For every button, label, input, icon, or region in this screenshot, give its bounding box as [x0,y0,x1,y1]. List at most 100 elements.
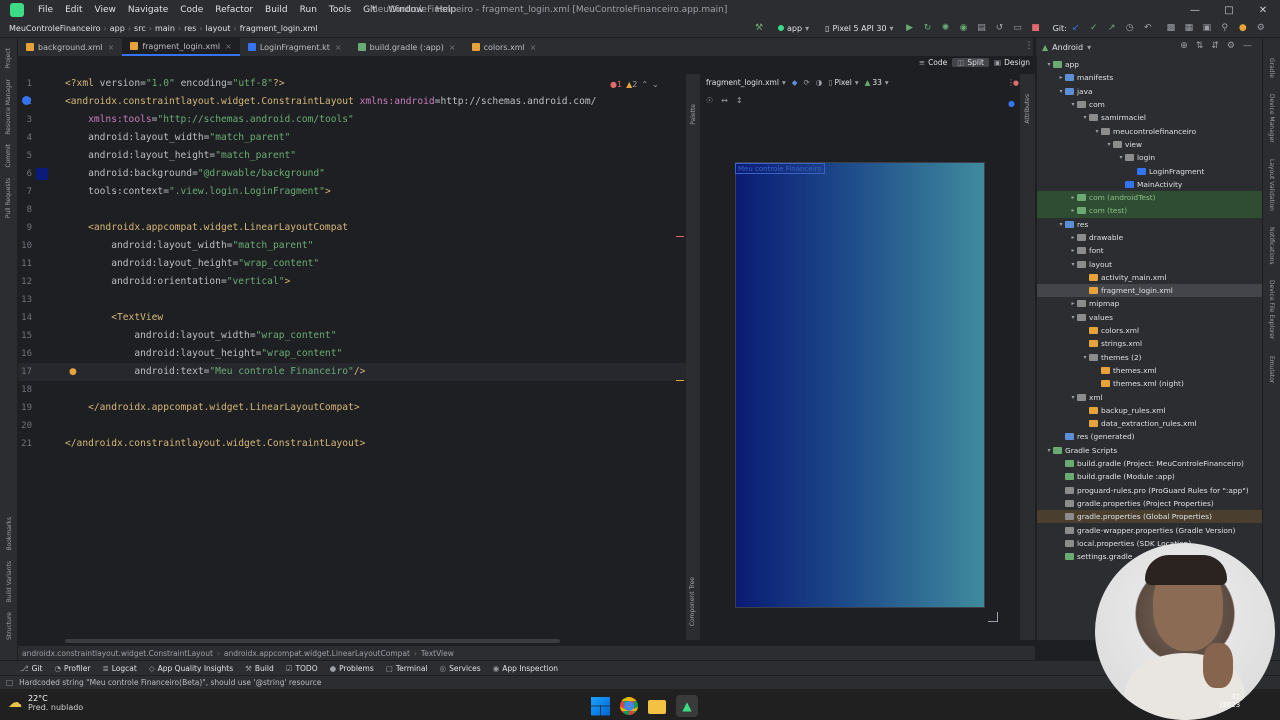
editor-tab[interactable]: fragment_login.xml × [122,38,240,56]
tree-item[interactable]: gradle.properties (Global Properties) [1037,510,1262,524]
tree-item[interactable]: ▸ com (androidTest) [1037,190,1262,205]
code-line[interactable]: 5 android:layout_height="match_parent" [18,147,686,165]
breadcrumb-item[interactable]: MeuControleFinanceiro [6,24,104,33]
tree-item[interactable]: colors.xml [1037,324,1262,337]
chevron-right-icon[interactable]: ▸ [1057,74,1065,81]
tree-item[interactable]: fragment_login.xml [1037,284,1262,298]
eye-icon[interactable]: ☉ [706,96,713,105]
layers-icon[interactable]: ◆ [792,78,798,87]
breadcrumb-item[interactable]: res [181,24,199,33]
xml-breadcrumb-item[interactable]: androidx.appcompat.widget.LinearLayoutCo… [224,649,410,658]
android-studio-taskbar-icon[interactable]: ▲ [676,695,698,717]
avd-icon[interactable]: ▩ [1165,22,1177,34]
tree-item[interactable]: ▸ font [1037,244,1262,257]
info-icon[interactable]: ● [1008,99,1015,108]
tree-item[interactable]: ▾ samirmaciel [1037,111,1262,124]
windows-start-icon[interactable] [591,696,610,716]
search-icon[interactable]: ⚲ [1219,22,1231,34]
sdk-icon[interactable]: ▦ [1183,22,1195,34]
xml-breadcrumb-item[interactable]: androidx.constraintlayout.widget.Constra… [22,649,213,658]
menu-run[interactable]: Run [294,5,323,15]
code-line[interactable]: 20 [18,417,686,435]
git-push-icon[interactable]: ↗ [1106,22,1118,34]
chevron-down-icon[interactable]: ▾ [1045,61,1053,68]
tree-item[interactable]: gradle.properties (Project Properties) [1037,497,1262,510]
tool-terminal-button[interactable]: ▢ Terminal [386,664,428,673]
tree-item[interactable]: activity_main.xml [1037,271,1262,284]
weather-widget[interactable]: ☁ 22°C Pred. nublado [8,694,83,712]
close-tab-icon[interactable]: × [530,43,537,52]
code-editor[interactable]: 1 <?xml version="1.0" encoding="utf-8"?> 2… [18,74,686,638]
horizontal-resize-icon[interactable]: ↔ [721,96,728,105]
tree-item[interactable]: themes.xml [1037,364,1262,377]
tree-item[interactable]: res (generated) [1037,430,1262,443]
mode-code-button[interactable]: ≡ Code [914,58,953,67]
expand-all-icon[interactable]: ⇅ [1196,41,1204,51]
breadcrumb-item[interactable]: fragment_login.xml [237,24,321,33]
update-icon[interactable]: ● [1237,22,1249,34]
background-preview-swatch[interactable] [36,168,48,180]
layout-inspector-icon[interactable]: ▣ [1201,22,1213,34]
design-file-select[interactable]: fragment_login.xml [706,78,779,87]
debug-icon[interactable]: ✺ [940,22,952,34]
minimize-icon[interactable]: — [1178,0,1212,20]
error-indicator-icon[interactable]: ● [1013,79,1019,87]
chevron-down-icon[interactable]: ▾ [1093,128,1101,135]
left-tool-tab[interactable]: Build Variants [6,561,13,602]
tree-item[interactable]: build.gradle (Module :app) [1037,470,1262,483]
device-select[interactable]: ▯ Pixel 5 API 30 ▾ [821,24,897,33]
vertical-resize-icon[interactable]: ↕ [736,96,743,105]
collapse-all-icon[interactable]: ⇵ [1211,41,1219,51]
component-tree-tab[interactable]: Component Tree [689,577,696,626]
chevron-down-icon[interactable]: ▾ [1081,354,1089,361]
run-icon[interactable]: ▶ [904,22,916,34]
code-line[interactable]: 3 xmlns:tools="http://schemas.android.co… [18,111,686,129]
right-tool-tab[interactable]: Notifications [1268,227,1275,265]
tree-item[interactable]: ▾ Gradle Scripts [1037,444,1262,457]
chevron-down-icon[interactable]: ▾ [1057,88,1065,95]
mode-design-button[interactable]: ▣ Design [989,58,1035,67]
status-toggle-icon[interactable]: □ [6,678,13,687]
menu-tools[interactable]: Tools [323,5,357,15]
tree-item[interactable]: ▾ view [1037,138,1262,151]
apply-changes-icon[interactable]: ↻ [922,22,934,34]
xml-breadcrumb-item[interactable]: TextView [421,649,454,658]
code-line[interactable]: 14 <TextView [18,309,686,327]
tree-item[interactable]: ▸ mipmap [1037,297,1262,310]
code-line[interactable]: 13 [18,291,686,309]
history-icon[interactable]: ◷ [1124,22,1136,34]
tree-item[interactable]: proguard-rules.pro (ProGuard Rules for "… [1037,484,1262,497]
code-line[interactable]: 12 android:orientation="vertical"> [18,273,686,291]
tree-item[interactable]: ▾ layout [1037,257,1262,270]
code-line[interactable]: 17 android:text="Meu controle Financeiro… [18,363,686,381]
git-update-icon[interactable]: ↙ [1070,22,1082,34]
chevron-down-icon[interactable]: ▾ [1105,141,1113,148]
rollback-icon[interactable]: ↶ [1142,22,1154,34]
night-mode-icon[interactable]: ◑ [816,78,823,87]
attach-debugger-icon[interactable]: ▤ [976,22,988,34]
left-tool-tab[interactable]: Resource Manager [5,79,12,135]
tree-item[interactable]: build.gradle (Project: MeuControleFinanc… [1037,457,1262,470]
chevron-down-icon[interactable]: ▾ [1045,447,1053,454]
breadcrumb-item[interactable]: src [131,24,149,33]
menu-edit[interactable]: Edit [59,5,88,15]
chevron-right-icon[interactable]: ▸ [1069,300,1077,307]
git-commit-icon[interactable]: ✓ [1088,22,1100,34]
file-explorer-icon[interactable] [648,700,666,714]
chevron-down-icon[interactable]: ▾ [1081,114,1089,121]
chevron-right-icon[interactable]: ▸ [1069,194,1077,201]
run-config-select[interactable]: app ▾ [774,24,813,33]
hide-icon[interactable]: — [1243,41,1252,51]
menu-view[interactable]: View [89,5,122,15]
tree-item[interactable]: themes.xml (night) [1037,377,1262,390]
menu-navigate[interactable]: Navigate [122,5,174,15]
menu-refactor[interactable]: Refactor [209,5,259,15]
maximize-icon[interactable]: □ [1212,0,1246,20]
code-line[interactable]: 6 android:background="@drawable/backgrou… [18,165,686,183]
code-line[interactable]: 11 android:layout_height="wrap_content" [18,255,686,273]
code-line[interactable]: 16 android:layout_height="wrap_content" [18,345,686,363]
taskbar-clock[interactable]: 31 /2023 [1220,693,1240,709]
right-tool-tab[interactable]: Gradle [1268,58,1275,78]
tree-item[interactable]: ▾ com [1037,98,1262,111]
settings-icon[interactable]: ⚙ [1255,22,1267,34]
